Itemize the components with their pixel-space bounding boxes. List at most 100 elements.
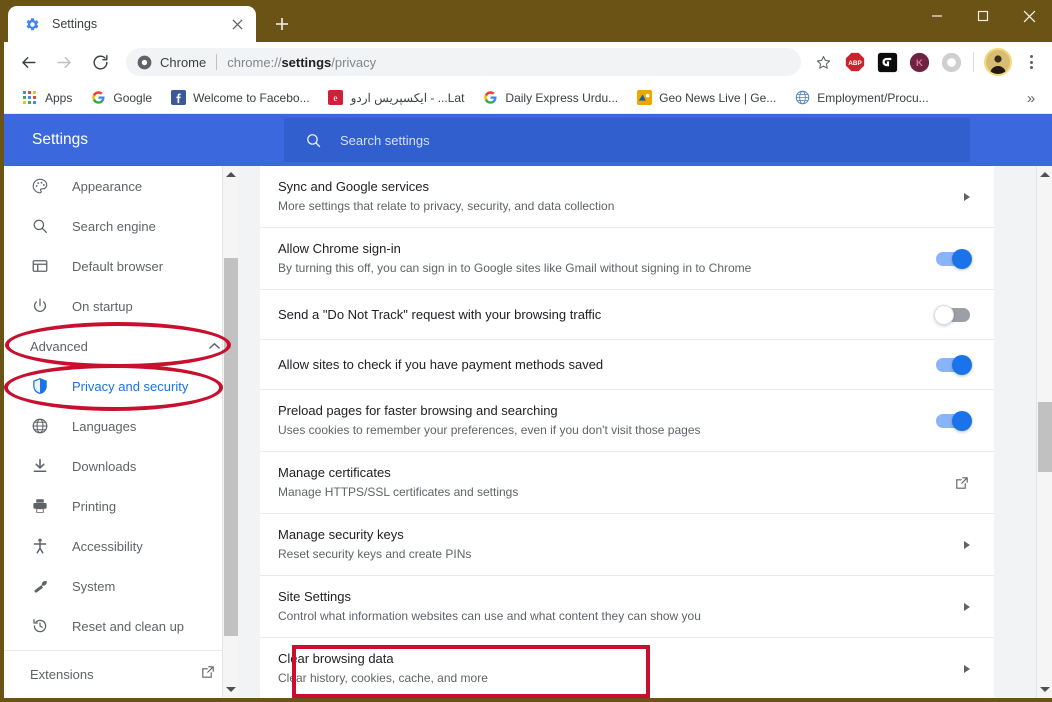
search-input[interactable]: Search settings bbox=[284, 118, 970, 162]
sidebar-item-advanced[interactable]: Advanced bbox=[4, 326, 238, 366]
download-icon bbox=[30, 456, 50, 476]
close-icon[interactable] bbox=[228, 15, 246, 33]
extension-gray-icon[interactable] bbox=[938, 49, 964, 75]
sidebar-item-label: Advanced bbox=[30, 338, 88, 354]
settings-row-title: Allow sites to check if you have payment… bbox=[278, 356, 604, 372]
settings-row-subtitle: Uses cookies to remember your preference… bbox=[278, 423, 701, 437]
sidebar-item-search-engine[interactable]: Search engine bbox=[4, 206, 238, 246]
bookmark-label: Welcome to Facebo... bbox=[193, 90, 310, 105]
sidebar-item-printing[interactable]: Printing bbox=[4, 486, 238, 526]
page-title: Settings bbox=[32, 131, 89, 148]
close-window-icon[interactable] bbox=[1006, 0, 1052, 32]
bookmark-daily-express-urdu[interactable]: Daily Express Urdu... bbox=[474, 86, 626, 110]
sidebar-item-system[interactable]: System bbox=[4, 566, 238, 606]
avatar[interactable] bbox=[984, 48, 1012, 76]
sidebar-item-appearance[interactable]: Appearance bbox=[4, 166, 238, 206]
toggle-switch[interactable] bbox=[924, 248, 972, 269]
new-tab-button[interactable] bbox=[268, 10, 296, 38]
toggle-switch[interactable] bbox=[924, 354, 972, 375]
shield-icon bbox=[30, 376, 50, 396]
chevron-right-icon[interactable] bbox=[924, 540, 970, 549]
menu-dot bbox=[1029, 60, 1033, 64]
sidebar-item-extensions[interactable]: Extensions bbox=[4, 650, 238, 698]
bookmarks-overflow-button[interactable]: » bbox=[1020, 87, 1042, 109]
settings-row[interactable]: Preload pages for faster browsing and se… bbox=[260, 390, 994, 452]
chevron-right-glyph bbox=[964, 540, 970, 549]
settings-row[interactable]: Allow sites to check if you have payment… bbox=[260, 340, 994, 390]
settings-row[interactable]: Manage certificates Manage HTTPS/SSL cert… bbox=[260, 452, 994, 514]
sidebar-item-on-startup[interactable]: On startup bbox=[4, 286, 238, 326]
extension-black-icon[interactable] bbox=[874, 49, 900, 75]
sidebar-item-privacy-and-security[interactable]: Privacy and security bbox=[4, 366, 238, 406]
scroll-up-icon[interactable] bbox=[1037, 166, 1052, 183]
bookmark-label: Google bbox=[113, 90, 153, 105]
svg-text:K: K bbox=[916, 58, 923, 69]
settings-row[interactable]: Allow Chrome sign-in By turning this off,… bbox=[260, 228, 994, 290]
settings-row-title: Site Settings bbox=[278, 589, 351, 604]
sidebar-item-reset-and-clean-up[interactable]: Reset and clean up bbox=[4, 606, 238, 646]
sidebar-item-label: Appearance bbox=[72, 178, 143, 194]
sidebar-item-label: Downloads bbox=[72, 458, 137, 474]
scroll-down-icon[interactable] bbox=[223, 681, 239, 698]
forward-icon[interactable] bbox=[49, 47, 79, 77]
sidebar-item-downloads[interactable]: Downloads bbox=[4, 446, 238, 486]
kaspersky-icon[interactable]: K bbox=[906, 49, 932, 75]
url-prefix: chrome:// bbox=[227, 54, 282, 70]
sidebar-item-default-browser[interactable]: Default browser bbox=[4, 246, 238, 286]
bookmark-geo-news[interactable]: Geo News Live | Ge... bbox=[628, 86, 784, 110]
adblock-plus-icon[interactable]: ABP bbox=[842, 49, 868, 75]
sidebar-item-languages[interactable]: Languages bbox=[4, 406, 238, 446]
bookmark-star-icon[interactable] bbox=[809, 48, 837, 76]
maximize-icon[interactable] bbox=[960, 0, 1006, 32]
chevron-right-icon[interactable] bbox=[924, 192, 970, 201]
toggle-knob bbox=[952, 248, 972, 269]
chevron-right-icon[interactable] bbox=[924, 664, 970, 673]
sidebar-scrollbar-thumb[interactable] bbox=[224, 257, 238, 637]
power-icon bbox=[30, 296, 50, 316]
address-bar[interactable]: Chrome chrome://settings/privacy bbox=[126, 48, 801, 76]
bookmark-apps[interactable]: Apps bbox=[14, 86, 80, 110]
settings-row[interactable]: Send a "Do Not Track" request with your … bbox=[260, 290, 994, 340]
settings-row[interactable]: Site Settings Control what information we… bbox=[260, 576, 994, 638]
toggle-on[interactable] bbox=[936, 248, 972, 269]
settings-row[interactable]: Sync and Google services More settings th… bbox=[260, 166, 994, 228]
toggle-off[interactable] bbox=[934, 304, 970, 325]
content-scrollbar-thumb[interactable] bbox=[1038, 402, 1052, 472]
scroll-down-icon[interactable] bbox=[1037, 681, 1052, 698]
bookmark-express-urdu[interactable]: e ایکسپریس اردو - ...Lat bbox=[320, 86, 473, 110]
sidebar-item-accessibility[interactable]: Accessibility bbox=[4, 526, 238, 566]
settings-row[interactable]: Clear browsing data Clear history, cookie… bbox=[260, 638, 994, 698]
settings-row-title: Manage security keys bbox=[278, 527, 404, 542]
settings-row[interactable]: Manage security keys Reset security keys … bbox=[260, 514, 994, 576]
window-controls bbox=[914, 0, 1052, 32]
settings-content: Sync and Google services More settings th… bbox=[238, 166, 1052, 698]
tab-settings[interactable]: Settings bbox=[8, 6, 256, 42]
sidebar-item-label: On startup bbox=[72, 298, 133, 314]
bookmark-label: Geo News Live | Ge... bbox=[659, 90, 777, 105]
content-scrollbar[interactable] bbox=[1036, 166, 1052, 698]
sidebar-scrollbar[interactable] bbox=[222, 166, 238, 698]
url-bold-segment: settings bbox=[281, 54, 332, 70]
settings-header: Settings Search settings bbox=[4, 114, 1052, 166]
chevron-right-icon[interactable] bbox=[924, 602, 970, 611]
settings-row-subtitle: Clear history, cookies, cache, and more bbox=[278, 671, 488, 685]
scroll-up-icon[interactable] bbox=[223, 166, 239, 183]
settings-sidebar: Appearance Search engine Default browser… bbox=[4, 166, 238, 698]
tab-title: Settings bbox=[52, 17, 98, 31]
bookmark-employment-procurement[interactable]: Employment/Procu... bbox=[786, 86, 936, 110]
settings-row-subtitle: Control what information websites can us… bbox=[278, 609, 701, 623]
bookmark-facebook[interactable]: Welcome to Facebo... bbox=[162, 86, 318, 110]
toggle-on[interactable] bbox=[936, 410, 972, 431]
minimize-icon[interactable] bbox=[914, 0, 960, 32]
back-icon[interactable] bbox=[13, 47, 43, 77]
three-dot-menu[interactable] bbox=[1018, 48, 1044, 76]
settings-row-text: Allow Chrome sign-in By turning this off,… bbox=[278, 228, 906, 289]
toggle-switch[interactable] bbox=[924, 304, 970, 325]
settings-row-text: Clear browsing data Clear history, cookie… bbox=[278, 638, 906, 698]
external-link-icon[interactable] bbox=[924, 475, 970, 491]
toggle-on[interactable] bbox=[936, 354, 972, 375]
browser-window: Settings Chrome chrome://settings/privac… bbox=[0, 0, 1052, 702]
reload-icon[interactable] bbox=[85, 47, 115, 77]
toggle-switch[interactable] bbox=[924, 410, 972, 431]
bookmark-google[interactable]: Google bbox=[82, 86, 160, 110]
